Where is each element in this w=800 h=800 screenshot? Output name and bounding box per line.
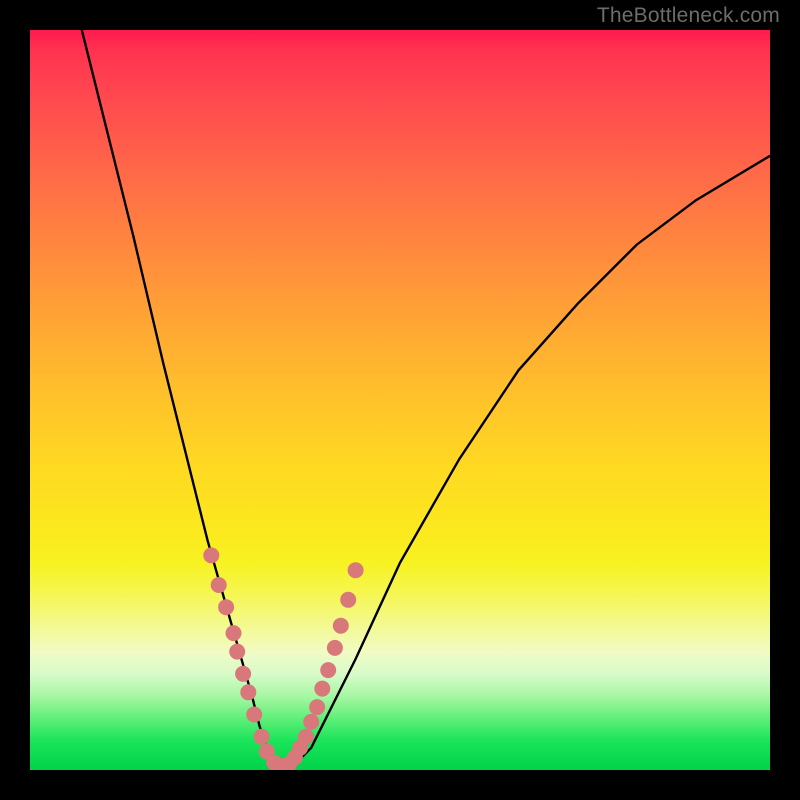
marker-dot xyxy=(298,729,314,745)
marker-dot xyxy=(246,707,262,723)
marker-dot xyxy=(240,684,256,700)
marker-dot xyxy=(320,662,336,678)
chart-plot-area xyxy=(30,30,770,770)
marker-dot xyxy=(333,618,349,634)
marker-dot xyxy=(218,599,234,615)
chart-svg xyxy=(30,30,770,770)
marker-dot xyxy=(314,681,330,697)
marker-dot xyxy=(235,666,251,682)
marker-dot xyxy=(203,547,219,563)
marker-dot xyxy=(229,644,245,660)
watermark-text: TheBottleneck.com xyxy=(597,4,780,28)
marker-dots-group xyxy=(203,547,363,770)
marker-dot xyxy=(348,562,364,578)
chart-frame: TheBottleneck.com xyxy=(0,0,800,800)
bottleneck-curve-path xyxy=(82,30,770,770)
marker-dot xyxy=(226,625,242,641)
marker-dot xyxy=(254,729,270,745)
marker-dot xyxy=(340,592,356,608)
marker-dot xyxy=(327,640,343,656)
marker-dot xyxy=(309,699,325,715)
marker-dot xyxy=(303,714,319,730)
marker-dot xyxy=(211,577,227,593)
